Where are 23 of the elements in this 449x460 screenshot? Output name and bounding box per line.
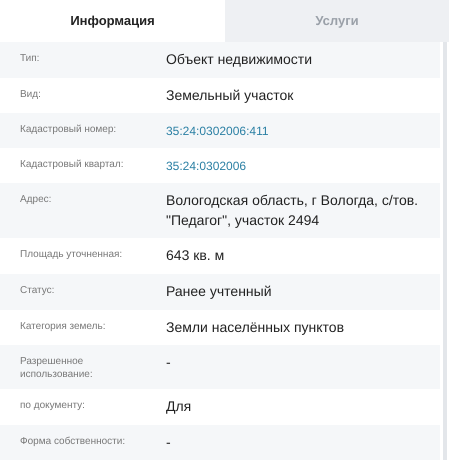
tab[interactable]: Услуги	[225, 0, 449, 42]
field-label: Кадастровый номер:	[19, 123, 118, 136]
field-label: Кадастровый квартал:	[19, 158, 124, 172]
field-label: Адрес:	[19, 193, 52, 206]
field-label: Площадь уточненная:	[19, 248, 124, 262]
field-value: Земли населённых пунктов	[166, 318, 346, 337]
field-label: Категория земель:	[19, 320, 106, 333]
field-value: -	[166, 432, 172, 452]
field-value: 643 кв. м	[166, 246, 226, 266]
field-label: Тип:	[19, 52, 40, 65]
cadastral-link[interactable]: 35:24:0302006:411	[166, 121, 275, 140]
cadastral-link[interactable]: 35:24:0302006	[166, 156, 252, 175]
field-label: Форма собственности:	[19, 434, 126, 448]
field-label: по документу:	[19, 399, 86, 412]
field-value: Объект недвижимости	[166, 50, 314, 69]
field-label: Разрешенное использование:	[19, 355, 94, 382]
field-value: -	[166, 353, 172, 372]
field-label: Вид:	[19, 88, 42, 101]
field-value: Ранее учтенный	[166, 282, 273, 301]
field-value: Для	[166, 397, 192, 416]
field-label: Статус:	[19, 284, 56, 297]
field-value: Вологодская область, г Вологда, с/тов. "Педагог", участок 2494	[166, 191, 420, 230]
field-value: Земельный участок	[166, 86, 294, 105]
